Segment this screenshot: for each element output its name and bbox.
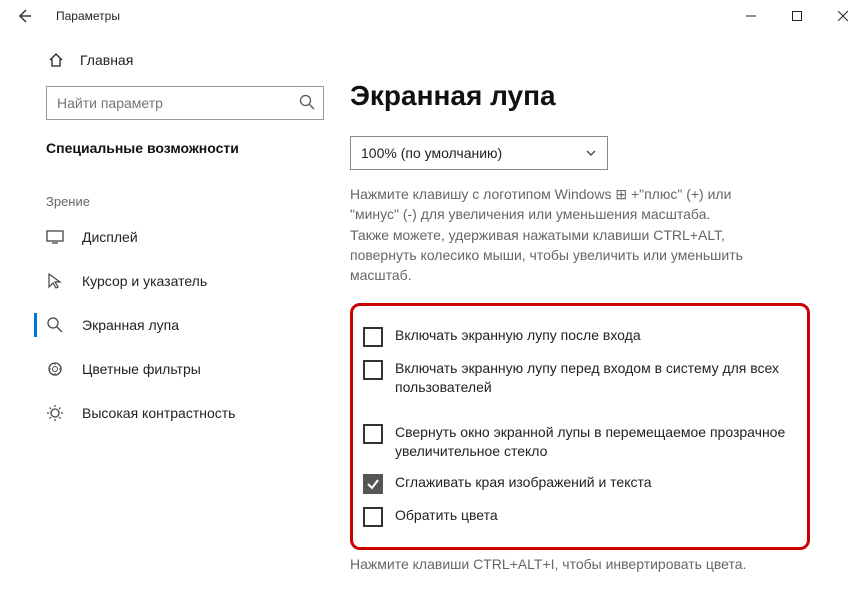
checkbox-icon [363,327,383,347]
page-title: Экранная лупа [350,80,836,112]
section-title: Специальные возможности [0,130,340,166]
chevron-down-icon [585,147,597,159]
color-filters-icon [46,360,64,378]
sidebar-item-display[interactable]: Дисплей [0,215,340,259]
home-label: Главная [80,52,133,68]
invert-shortcut-hint: Нажмите клавиши CTRL+ALT+I, чтобы инверт… [350,556,836,572]
sidebar-item-label: Дисплей [82,229,138,245]
checkbox-collapse-to-lens[interactable]: Свернуть окно экранной лупы в перемещаем… [363,417,791,467]
sidebar-item-label: Цветные фильтры [82,361,201,377]
checkbox-icon [363,360,383,380]
magnifier-icon [46,316,64,334]
checkbox-label: Свернуть окно экранной лупы в перемещаем… [395,423,791,461]
home-button[interactable]: Главная [0,40,340,80]
minimize-button[interactable] [728,0,774,32]
search-icon [298,93,316,111]
content-pane: Экранная лупа 100% (по умолчанию) Нажмит… [340,32,866,592]
search-input[interactable] [46,86,324,120]
window-title: Параметры [56,9,120,23]
search-box[interactable] [46,86,324,120]
checkbox-icon-checked [363,474,383,494]
sidebar-item-label: Высокая контрастность [82,405,235,421]
home-icon [48,52,64,68]
zoom-level-value: 100% (по умолчанию) [361,145,502,161]
settings-window: Параметры Главная [0,0,866,592]
checkbox-invert-colors[interactable]: Обратить цвета [363,500,791,533]
checkbox-label: Обратить цвета [395,506,498,525]
high-contrast-icon [46,404,64,422]
display-icon [46,228,64,246]
sidebar-item-cursor[interactable]: Курсор и указатель [0,259,340,303]
checkbox-label: Включать экранную лупу после входа [395,326,641,345]
checkbox-label: Сглаживать края изображений и текста [395,473,652,492]
back-button[interactable] [0,0,48,32]
window-controls [728,0,866,32]
sidebar-item-high-contrast[interactable]: Высокая контрастность [0,391,340,435]
sidebar-item-label: Курсор и указатель [82,273,207,289]
checkbox-smooth-edges[interactable]: Сглаживать края изображений и текста [363,467,791,500]
close-icon [838,11,848,21]
sidebar: Главная Специальные возможности Зрение Д… [0,32,340,592]
zoom-level-select[interactable]: 100% (по умолчанию) [350,136,608,170]
back-arrow-icon [16,8,32,24]
maximize-icon [792,11,802,21]
minimize-icon [746,11,756,21]
title-bar: Параметры [0,0,866,32]
options-highlight-box: Включать экранную лупу после входа Включ… [350,303,810,550]
zoom-shortcut-hint-2: Также можете, удерживая нажатыми клавиши… [350,225,780,286]
zoom-shortcut-hint-1: Нажмите клавишу с логотипом Windows ⊞ +"… [350,184,780,225]
checkbox-icon [363,424,383,444]
group-label-vision: Зрение [0,166,340,215]
sidebar-item-color-filters[interactable]: Цветные фильтры [0,347,340,391]
search-wrap [46,86,324,120]
checkbox-icon [363,507,383,527]
cursor-icon [46,272,64,290]
sidebar-item-label: Экранная лупа [82,317,179,333]
sidebar-item-magnifier[interactable]: Экранная лупа [0,303,340,347]
close-button[interactable] [820,0,866,32]
checkbox-label: Включать экранную лупу перед входом в си… [395,359,791,397]
body: Главная Специальные возможности Зрение Д… [0,32,866,592]
checkbox-start-before-signin[interactable]: Включать экранную лупу перед входом в си… [363,353,791,403]
checkbox-start-after-signin[interactable]: Включать экранную лупу после входа [363,320,791,353]
maximize-button[interactable] [774,0,820,32]
